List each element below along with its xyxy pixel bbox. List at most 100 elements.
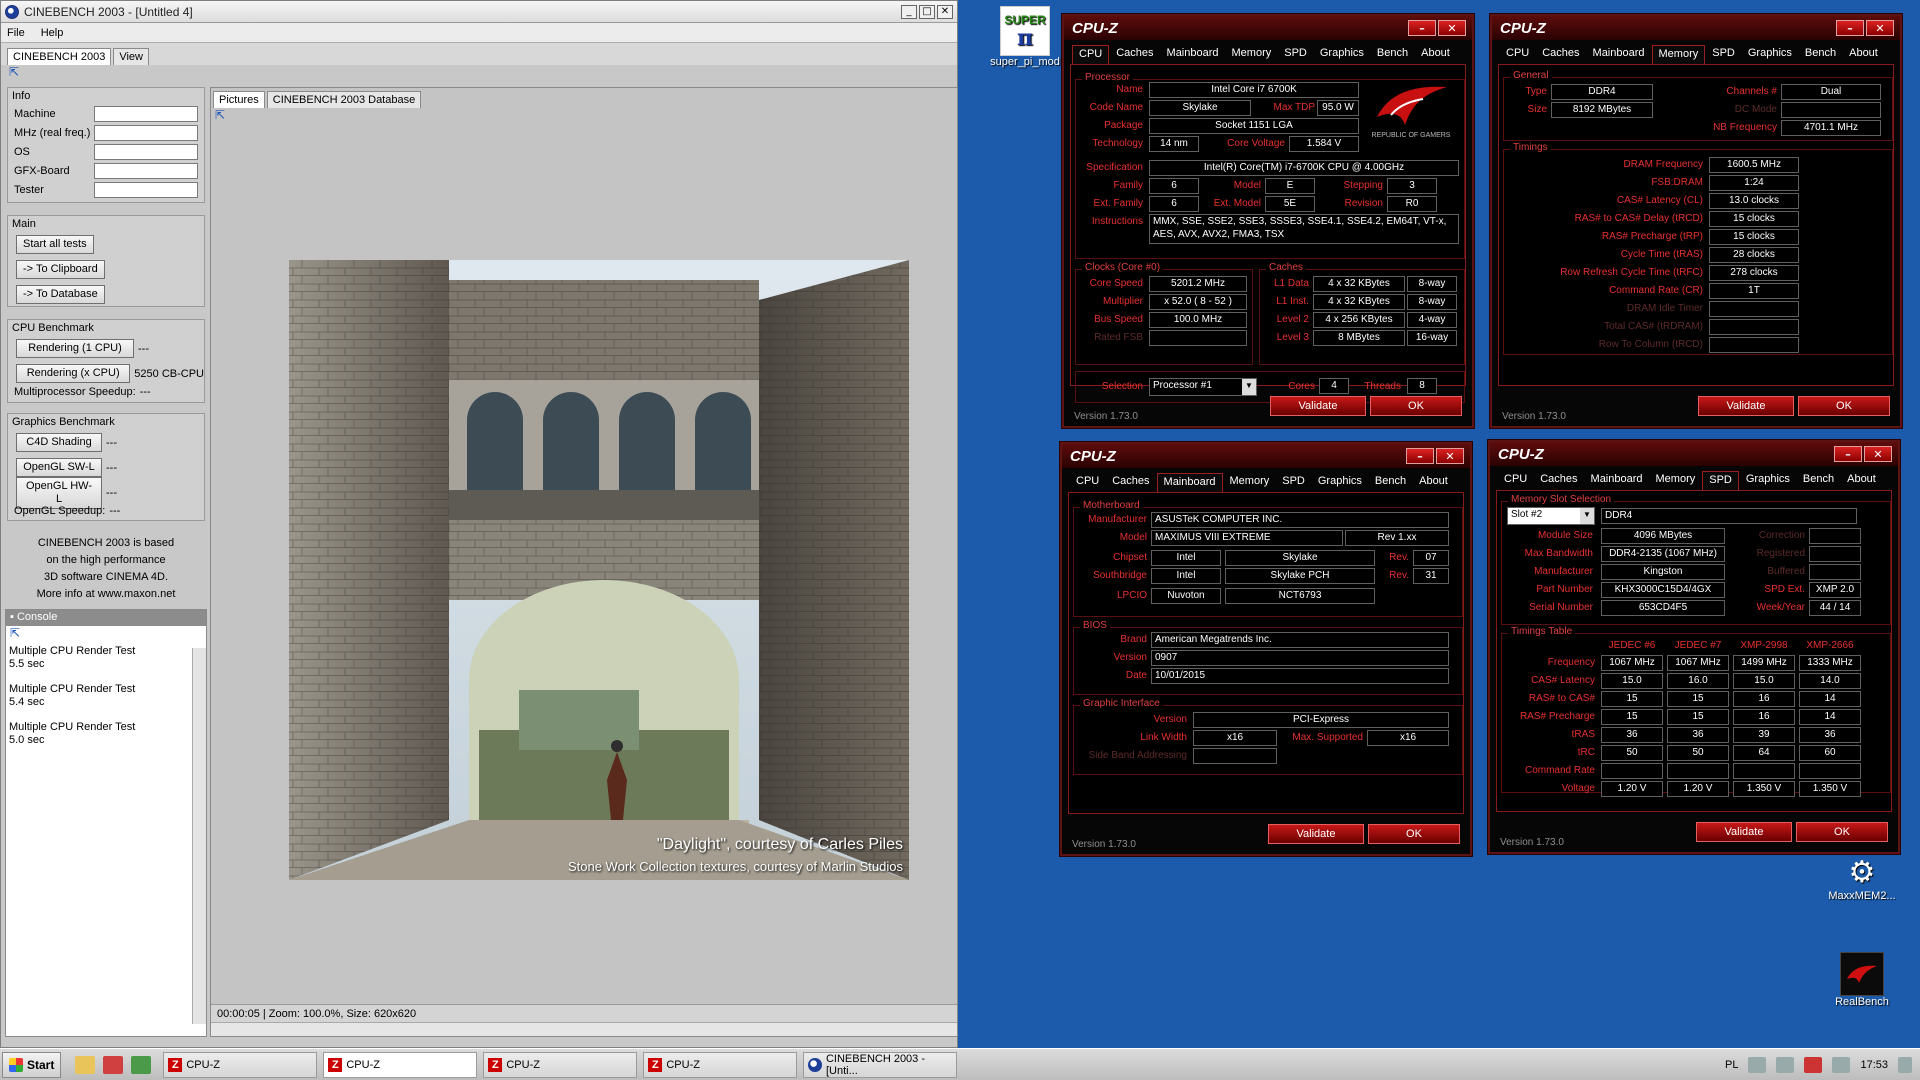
- close-button[interactable]: ✕: [1438, 20, 1466, 36]
- os-input[interactable]: [94, 143, 198, 160]
- validate-button[interactable]: Validate: [1696, 822, 1792, 842]
- tab-about[interactable]: About: [1843, 45, 1884, 64]
- app-icon[interactable]: [103, 1055, 124, 1074]
- opengl-swl-button[interactable]: OpenGL SW-L: [16, 458, 102, 477]
- menu-file[interactable]: File: [7, 27, 25, 39]
- processor-select[interactable]: Processor #1 ▼: [1149, 378, 1257, 396]
- tab-view[interactable]: View: [113, 48, 149, 65]
- cpuz-titlebar[interactable]: CPU-Z – ✕: [1492, 16, 1900, 40]
- show-desktop-icon[interactable]: [1898, 1056, 1912, 1073]
- tab-memory[interactable]: Memory: [1226, 45, 1278, 64]
- tray-icon[interactable]: [1748, 1056, 1767, 1073]
- minimize-button[interactable]: –: [1836, 20, 1864, 36]
- pin-icon[interactable]: ⇱: [1, 65, 957, 81]
- tab-mainboard[interactable]: Mainboard: [1587, 45, 1651, 64]
- taskbar-item-cpuz[interactable]: Z CPU-Z: [483, 1051, 638, 1078]
- console-pin-icon[interactable]: ⇱: [6, 626, 206, 642]
- tab-graphics[interactable]: Graphics: [1312, 473, 1368, 492]
- tab-pictures[interactable]: Pictures: [213, 91, 265, 108]
- close-button[interactable]: ✕: [1436, 448, 1464, 464]
- cinebench-titlebar[interactable]: CINEBENCH 2003 - [Untitled 4] _ □ ✕: [1, 1, 957, 23]
- tab-cpu[interactable]: CPU: [1070, 473, 1105, 492]
- ok-button[interactable]: OK: [1368, 824, 1460, 844]
- chevron-down-icon[interactable]: ▼: [1580, 508, 1594, 524]
- ok-button[interactable]: OK: [1796, 822, 1888, 842]
- tab-mainboard[interactable]: Mainboard: [1156, 473, 1223, 492]
- tab-caches[interactable]: Caches: [1536, 45, 1585, 64]
- tab-bench[interactable]: Bench: [1797, 471, 1840, 490]
- validate-button[interactable]: Validate: [1268, 824, 1364, 844]
- gfx-board-input[interactable]: [94, 162, 198, 179]
- tab-memory[interactable]: Memory: [1650, 471, 1702, 490]
- rendering-1cpu-button[interactable]: Rendering (1 CPU): [16, 339, 134, 358]
- close-button[interactable]: ✕: [1864, 446, 1892, 462]
- tab-cinebench[interactable]: CINEBENCH 2003: [7, 48, 112, 65]
- minimize-button[interactable]: –: [1408, 20, 1436, 36]
- tray-icon[interactable]: [1776, 1056, 1795, 1073]
- folder-icon[interactable]: [75, 1055, 96, 1074]
- app-icon[interactable]: [131, 1055, 152, 1074]
- start-all-tests-button[interactable]: Start all tests: [16, 235, 94, 254]
- ok-button[interactable]: OK: [1798, 396, 1890, 416]
- tab-cpu[interactable]: CPU: [1500, 45, 1535, 64]
- cpuz-titlebar[interactable]: CPU-Z – ✕: [1490, 442, 1898, 466]
- tab-mainboard[interactable]: Mainboard: [1585, 471, 1649, 490]
- realbench-desktop-icon[interactable]: RealBench: [1822, 952, 1902, 1008]
- tab-caches[interactable]: Caches: [1106, 473, 1155, 492]
- tab-about[interactable]: About: [1841, 471, 1882, 490]
- tab-memory[interactable]: Memory: [1651, 45, 1706, 64]
- tab-bench[interactable]: Bench: [1371, 45, 1414, 64]
- volume-icon[interactable]: [1832, 1056, 1851, 1073]
- clock[interactable]: 17:53: [1860, 1059, 1888, 1071]
- chevron-down-icon[interactable]: ▼: [1242, 379, 1256, 395]
- tray-icon[interactable]: [1804, 1056, 1823, 1073]
- tab-graphics[interactable]: Graphics: [1740, 471, 1796, 490]
- minimize-button[interactable]: –: [1834, 446, 1862, 462]
- tab-cpu[interactable]: CPU: [1072, 45, 1110, 64]
- console-scrollbar[interactable]: [192, 648, 206, 1024]
- maxxmem-desktop-icon[interactable]: ⚙ MaxxMEM2...: [1822, 856, 1902, 902]
- tab-bench[interactable]: Bench: [1799, 45, 1842, 64]
- to-clipboard-button[interactable]: -> To Clipboard: [16, 260, 105, 279]
- tab-caches[interactable]: Caches: [1534, 471, 1583, 490]
- super-pi-desktop-icon[interactable]: SUPER π super_pi_mod: [990, 6, 1060, 68]
- rendering-xcpu-button[interactable]: Rendering (x CPU): [16, 364, 131, 383]
- tab-memory[interactable]: Memory: [1224, 473, 1276, 492]
- start-button[interactable]: Start: [2, 1051, 62, 1078]
- to-database-button[interactable]: -> To Database: [16, 285, 105, 304]
- tab-graphics[interactable]: Graphics: [1314, 45, 1370, 64]
- tab-cpu[interactable]: CPU: [1498, 471, 1533, 490]
- mhz-input[interactable]: [94, 124, 198, 141]
- language-indicator[interactable]: PL: [1725, 1059, 1738, 1071]
- c4d-shading-button[interactable]: C4D Shading: [16, 433, 102, 452]
- close-button[interactable]: ✕: [1866, 20, 1894, 36]
- tab-spd[interactable]: SPD: [1706, 45, 1741, 64]
- tab-spd[interactable]: SPD: [1276, 473, 1311, 492]
- tab-spd[interactable]: SPD: [1278, 45, 1313, 64]
- minimize-button[interactable]: _: [901, 4, 917, 19]
- tab-about[interactable]: About: [1413, 473, 1454, 492]
- tab-bench[interactable]: Bench: [1369, 473, 1412, 492]
- picture-pin-icon[interactable]: ⇱: [211, 108, 957, 124]
- ok-button[interactable]: OK: [1370, 396, 1462, 416]
- validate-button[interactable]: Validate: [1698, 396, 1794, 416]
- cpuz-titlebar[interactable]: CPU-Z – ✕: [1062, 444, 1470, 468]
- tester-input[interactable]: [94, 181, 198, 198]
- tab-about[interactable]: About: [1415, 45, 1456, 64]
- taskbar-item-cpuz[interactable]: Z CPU-Z: [643, 1051, 798, 1078]
- machine-input[interactable]: [94, 105, 198, 122]
- tab-graphics[interactable]: Graphics: [1742, 45, 1798, 64]
- menu-help[interactable]: Help: [41, 27, 64, 39]
- close-button[interactable]: ✕: [937, 4, 953, 19]
- slot-select[interactable]: Slot #2 ▼: [1507, 507, 1595, 525]
- tab-mainboard[interactable]: Mainboard: [1161, 45, 1225, 64]
- minimize-button[interactable]: –: [1406, 448, 1434, 464]
- horizontal-scrollbar[interactable]: [211, 1022, 957, 1036]
- taskbar-item-cpuz[interactable]: Z CPU-Z: [323, 1051, 478, 1078]
- tab-database[interactable]: CINEBENCH 2003 Database: [266, 91, 422, 108]
- cpuz-titlebar[interactable]: CPU-Z – ✕: [1064, 16, 1472, 40]
- tab-caches[interactable]: Caches: [1110, 45, 1159, 64]
- taskbar-item-cpuz[interactable]: Z CPU-Z: [163, 1051, 318, 1078]
- taskbar-item-cinebench[interactable]: CINEBENCH 2003 - [Unti...: [803, 1051, 958, 1078]
- tab-spd[interactable]: SPD: [1702, 471, 1739, 490]
